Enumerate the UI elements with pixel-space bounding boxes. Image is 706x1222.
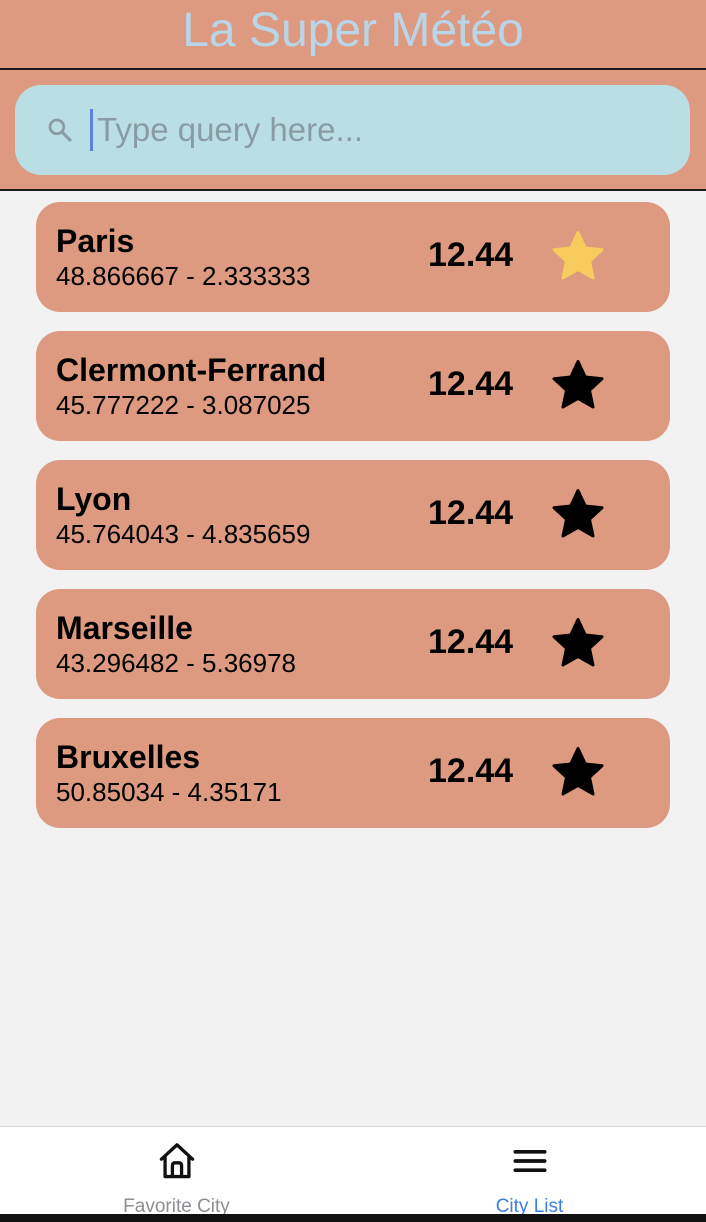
star-icon[interactable]: [548, 356, 608, 416]
star-icon[interactable]: [548, 614, 608, 674]
menu-icon: [513, 1150, 546, 1172]
tab-city-list[interactable]: City List: [353, 1127, 706, 1216]
city-name: Clermont-Ferrand: [56, 352, 327, 388]
app-header: La Super Météo: [0, 0, 706, 70]
search-bar: [0, 70, 706, 191]
text-caret: [90, 109, 93, 151]
home-icon: [159, 1143, 194, 1179]
city-coords: 48.866667 - 2.333333: [56, 261, 311, 291]
city-card-lyon[interactable]: Lyon 45.764043 - 4.835659 12.44: [36, 460, 670, 570]
search-box[interactable]: [15, 85, 690, 175]
city-temperature: 12.44: [428, 494, 514, 532]
city-list: Paris 48.866667 - 2.333333 12.44 Clermon…: [36, 202, 670, 847]
city-temperature: 12.44: [428, 623, 514, 661]
city-card-marseille[interactable]: Marseille 43.296482 - 5.36978 12.44: [36, 589, 670, 699]
city-name: Lyon: [56, 481, 132, 517]
search-icon: [48, 118, 72, 142]
city-coords: 45.777222 - 3.087025: [56, 390, 311, 420]
tab-favorite-city[interactable]: Favorite City: [0, 1127, 353, 1216]
city-name: Bruxelles: [56, 739, 201, 775]
city-name: Paris: [56, 223, 135, 259]
home-indicator-strip: [0, 1214, 706, 1222]
city-temperature: 12.44: [428, 752, 514, 790]
star-icon[interactable]: [548, 485, 608, 545]
city-temperature: 12.44: [428, 365, 514, 403]
star-icon[interactable]: [548, 743, 608, 803]
city-card-bruxelles[interactable]: Bruxelles 50.85034 - 4.35171 12.44: [36, 718, 670, 828]
city-coords: 45.764043 - 4.835659: [56, 519, 311, 549]
city-coords: 43.296482 - 5.36978: [56, 648, 296, 678]
city-card-clermont-ferrand[interactable]: Clermont-Ferrand 45.777222 - 3.087025 12…: [36, 331, 670, 441]
app-title: La Super Météo: [182, 4, 524, 57]
city-coords: 50.85034 - 4.35171: [56, 777, 282, 807]
search-input[interactable]: [97, 111, 657, 149]
star-icon[interactable]: [548, 227, 608, 287]
city-card-paris[interactable]: Paris 48.866667 - 2.333333 12.44: [36, 202, 670, 312]
city-temperature: 12.44: [428, 236, 514, 274]
city-name: Marseille: [56, 610, 193, 646]
tab-bar: Favorite City City List: [0, 1126, 706, 1216]
